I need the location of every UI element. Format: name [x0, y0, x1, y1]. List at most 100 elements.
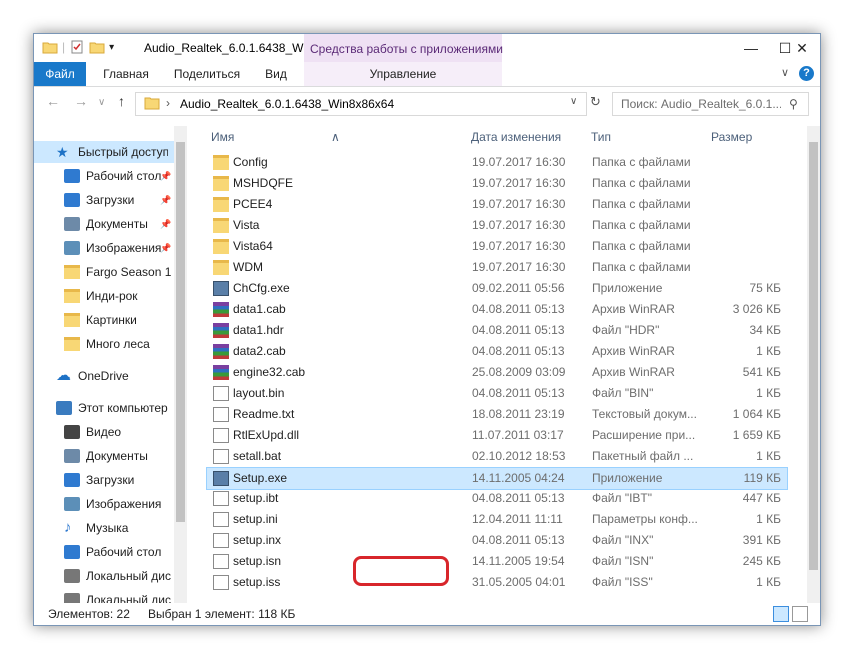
file-date: 11.07.2011 03:17 [472, 428, 564, 442]
search-input[interactable]: Поиск: Audio_Realtek_6.0.1... ⚲ [612, 92, 809, 116]
file-row[interactable]: setup.ibt 04.08.2011 05:13 Файл "IBT" 447 К… [207, 488, 787, 509]
sidebar-item[interactable]: Рабочий стол 📌 [34, 165, 174, 187]
file-date: 04.08.2011 05:13 [472, 386, 565, 400]
details-view-icon[interactable] [773, 606, 789, 622]
back-arrow-icon[interactable]: ← [46, 93, 60, 109]
address-dropdown-icon[interactable]: ∨ [570, 96, 577, 107]
recent-locations-icon[interactable]: ∨ [98, 97, 105, 108]
cloud-icon: ☁ [56, 367, 71, 384]
forward-arrow-icon[interactable]: → [74, 93, 88, 109]
file-row[interactable]: data1.hdr 04.08.2011 05:13 Файл "HDR" 34 КБ [207, 320, 787, 341]
file-row[interactable]: layout.bin 04.08.2011 05:13 Файл "BIN" 1 КБ [207, 383, 787, 404]
file-row[interactable]: MSHDQFE 19.07.2017 16:30 Папка с файлами [207, 173, 787, 194]
file-row[interactable]: setup.isn 14.11.2005 19:54 Файл "ISN" 245 К… [207, 551, 787, 572]
sidebar-scroll-thumb[interactable] [176, 142, 185, 522]
sidebar-item[interactable]: Локальный дис [34, 589, 174, 603]
breadcrumb-chevron-icon[interactable]: › [166, 96, 170, 110]
file-name: setup.ini [233, 512, 278, 526]
sidebar-item[interactable]: Документы [34, 445, 174, 467]
file-row[interactable]: PCEE4 19.07.2017 16:30 Папка с файлами [207, 194, 787, 215]
file-row[interactable]: Vista64 19.07.2017 16:30 Папка с файлами [207, 236, 787, 257]
address-bar[interactable]: › Audio_Realtek_6.0.1.6438_Win8x86x64 ∨ [135, 92, 587, 116]
file-row[interactable]: ChCfg.exe 09.02.2011 05:56 Приложение 75 КБ [207, 278, 787, 299]
file-size: 1 064 КБ [732, 407, 781, 421]
sidebar-item[interactable]: ♪ Музыка [34, 517, 174, 539]
file-name: Readme.txt [233, 407, 295, 421]
refresh-icon[interactable]: ↻ [590, 94, 601, 110]
qat-dropdown-icon[interactable]: ▾ [109, 42, 114, 53]
file-row[interactable]: RtlExUpd.dll 11.07.2011 03:17 Расширение п… [207, 425, 787, 446]
expand-ribbon-icon[interactable]: ∨ [781, 66, 789, 79]
column-date[interactable]: Дата изменения [471, 130, 561, 144]
tab-share[interactable]: Поделиться [167, 62, 247, 86]
column-headers: ∧ Имя Дата изменения Тип Размер [187, 126, 807, 148]
sidebar-item[interactable]: ☁ OneDrive [34, 365, 174, 387]
folder-icon [64, 337, 80, 351]
file-type: Файл "INX" [592, 533, 654, 547]
up-arrow-icon[interactable]: ↑ [118, 93, 125, 109]
file-row[interactable]: Readme.txt 18.08.2011 23:19 Текстовый доку… [207, 404, 787, 425]
file-row[interactable]: Setup.exe 14.11.2005 04:24 Приложение 119 К… [206, 467, 788, 490]
file-date: 12.04.2011 11:11 [472, 512, 563, 526]
sidebar-item[interactable]: Загрузки 📌 [34, 189, 174, 211]
file-row[interactable]: setup.ini 12.04.2011 11:11 Параметры конф.… [207, 509, 787, 530]
sidebar-item[interactable]: Локальный дис [34, 565, 174, 587]
file-date: 25.08.2009 03:09 [472, 365, 566, 379]
file-list-scroll-thumb[interactable] [809, 142, 818, 570]
rar-icon [213, 365, 229, 380]
file-row[interactable]: setall.bat 02.10.2012 18:53 Пакетный файл … [207, 446, 787, 467]
sidebar-item[interactable]: Загрузки [34, 469, 174, 491]
file-row[interactable]: setup.iss 31.05.2005 04:01 Файл "ISS" 1 КБ [207, 572, 787, 593]
sidebar-item[interactable]: Много леса [34, 333, 174, 355]
sidebar-item[interactable]: Изображения 📌 [34, 237, 174, 259]
highlight-annotation [353, 556, 449, 586]
file-date: 04.08.2011 05:13 [472, 533, 565, 547]
sidebar-item[interactable]: Этот компьютер [34, 397, 174, 419]
column-type[interactable]: Тип [591, 130, 611, 144]
file-date: 19.07.2017 16:30 [472, 155, 566, 169]
sidebar-item[interactable]: Рабочий стол [34, 541, 174, 563]
help-icon[interactable]: ? [799, 66, 814, 81]
file-row[interactable]: Vista 19.07.2017 16:30 Папка с файлами [207, 215, 787, 236]
sidebar-item[interactable]: Документы 📌 [34, 213, 174, 235]
rar-icon [213, 302, 229, 317]
file-row[interactable]: data1.cab 04.08.2011 05:13 Архив WinRAR 3 0… [207, 299, 787, 320]
folder-icon[interactable] [42, 39, 58, 55]
file-date: 04.08.2011 05:13 [472, 344, 565, 358]
file-type: Папка с файлами [592, 260, 691, 274]
file-row[interactable]: data2.cab 04.08.2011 05:13 Архив WinRAR 1 К… [207, 341, 787, 362]
rar-icon [213, 323, 229, 338]
tab-manage[interactable]: Управление [304, 62, 502, 86]
file-icon [213, 575, 229, 590]
file-type: Архив WinRAR [592, 302, 675, 316]
file-row[interactable]: setup.inx 04.08.2011 05:13 Файл "INX" 391 К… [207, 530, 787, 551]
rar-icon [213, 344, 229, 359]
large-icons-view-icon[interactable] [792, 606, 808, 622]
file-row[interactable]: engine32.cab 25.08.2009 03:09 Архив WinRAR… [207, 362, 787, 383]
tab-file[interactable]: Файл [34, 62, 86, 86]
close-button[interactable]: ✕ [779, 34, 820, 62]
properties-icon[interactable] [69, 39, 85, 55]
title-bar: | ▾ Audio_Realtek_6.0.1.6438_Wi... Средс… [34, 34, 820, 62]
column-size[interactable]: Размер [711, 130, 752, 144]
sidebar-item[interactable]: Видео [34, 421, 174, 443]
sidebar-item[interactable]: Изображения [34, 493, 174, 515]
file-list-scrollbar[interactable] [807, 126, 820, 603]
file-row[interactable]: Config 19.07.2017 16:30 Папка с файлами [207, 152, 787, 173]
sidebar-item[interactable]: Картинки [34, 309, 174, 331]
file-row[interactable]: WDM 19.07.2017 16:30 Папка с файлами [207, 257, 787, 278]
sidebar-item[interactable]: ★ Быстрый доступ [34, 141, 174, 163]
file-icon [213, 533, 229, 548]
tab-home[interactable]: Главная [94, 62, 158, 86]
sidebar-item-label: Локальный дис [86, 569, 171, 583]
tab-view[interactable]: Вид [256, 62, 296, 86]
new-folder-icon[interactable] [89, 39, 105, 55]
file-name: Vista64 [233, 239, 273, 253]
file-name: setup.iss [233, 575, 281, 589]
sidebar-item[interactable]: Fargo Season 1 k [34, 261, 176, 283]
sidebar-scrollbar[interactable] [174, 126, 187, 603]
sidebar-item[interactable]: Инди-рок [34, 285, 174, 307]
pin-icon: 📌 [160, 195, 172, 205]
column-name[interactable]: Имя [211, 130, 234, 144]
file-name: Vista [233, 218, 260, 232]
